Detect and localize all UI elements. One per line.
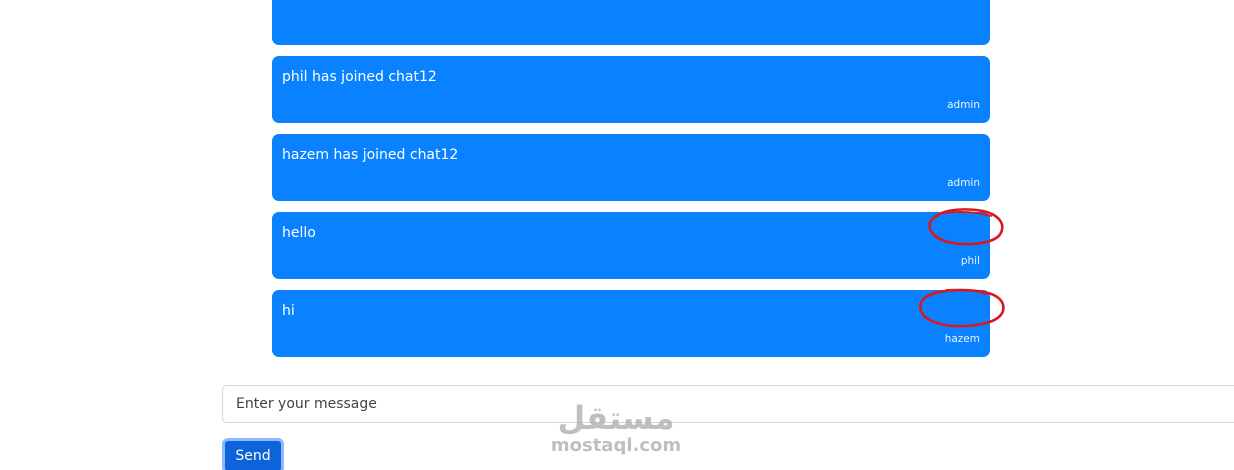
message-text: hello: [282, 225, 316, 241]
message-text: hi: [282, 303, 295, 319]
watermark-url-text: mostaql.com: [550, 435, 682, 456]
message-sender: admin: [947, 177, 980, 189]
message-sender: phil: [960, 255, 980, 267]
send-button[interactable]: Send: [222, 438, 284, 470]
chat-message: phil has joined chat12 admin: [272, 56, 990, 123]
message-input[interactable]: [222, 385, 1234, 423]
message-sender: hazem: [944, 333, 980, 345]
chat-message: hi hazem: [272, 290, 990, 357]
message-list: phil has joined chat12 admin hazem has j…: [272, 0, 990, 368]
chat-page: phil has joined chat12 admin hazem has j…: [0, 0, 1234, 470]
chat-message: [272, 0, 990, 45]
message-text: hazem has joined chat12: [282, 147, 459, 163]
message-sender: admin: [947, 99, 980, 111]
chat-message: hazem has joined chat12 admin: [272, 134, 990, 201]
message-text: phil has joined chat12: [282, 69, 437, 85]
chat-message: hello phil: [272, 212, 990, 279]
